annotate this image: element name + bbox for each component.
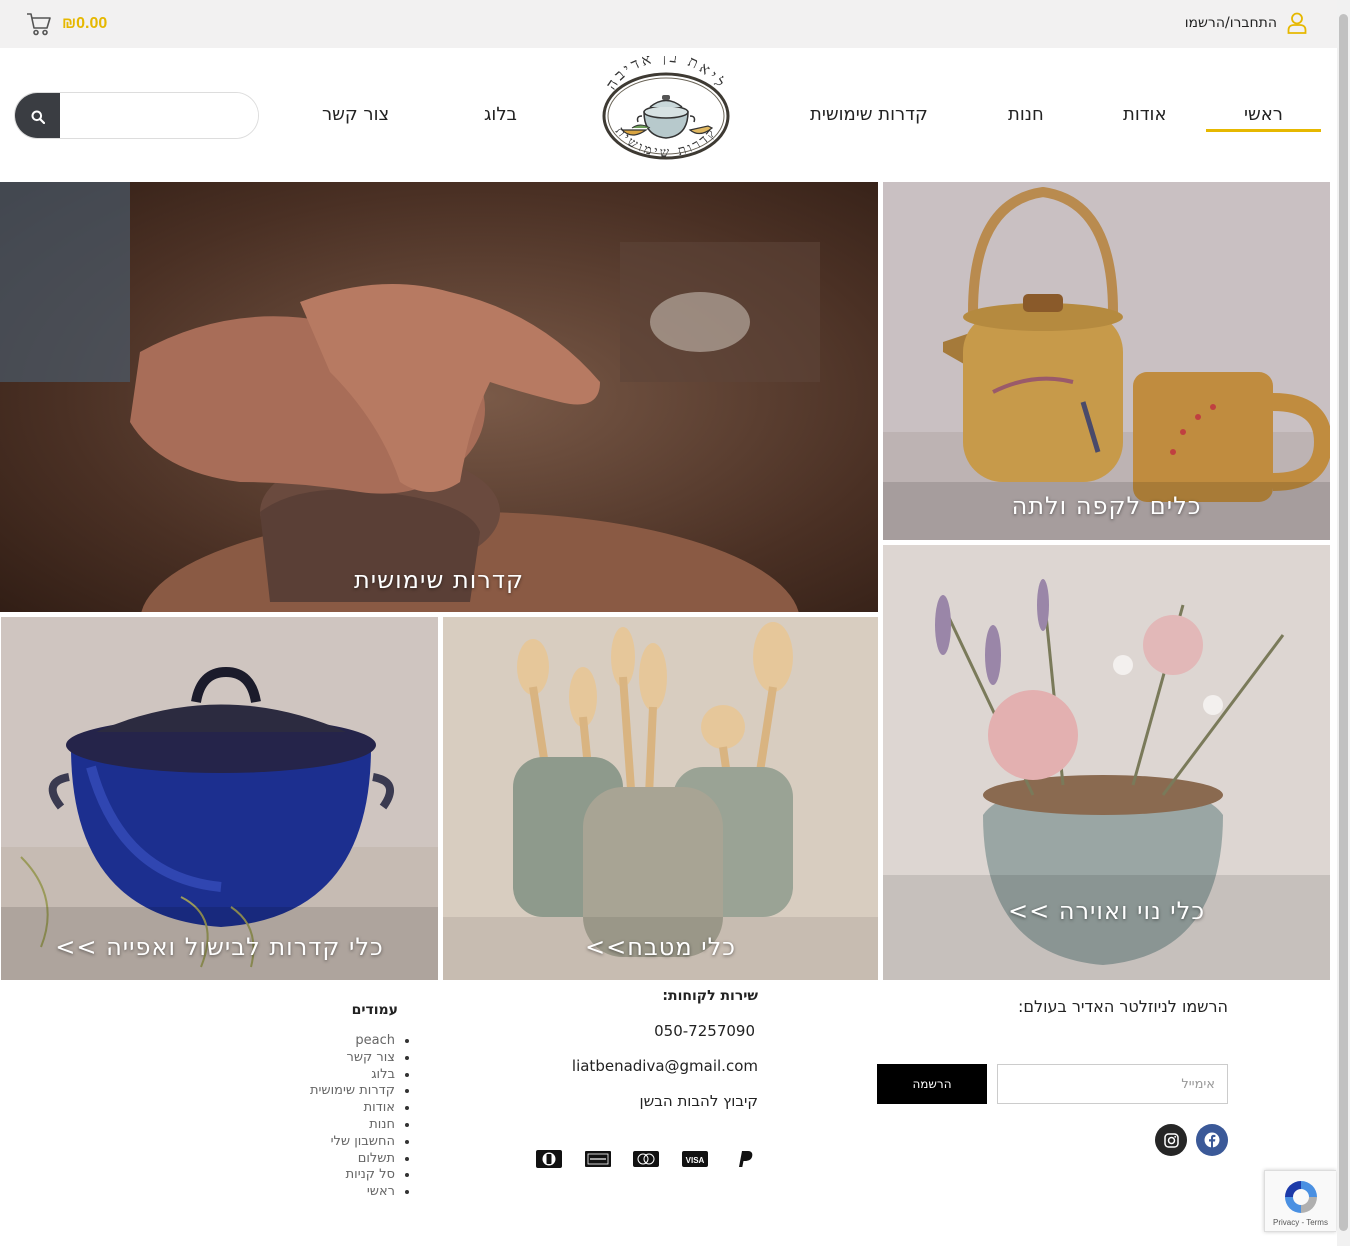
- tile-cooking[interactable]: כלי קדרות לבישול ואפייה >>: [1, 617, 438, 980]
- blue-pot-image: [1, 617, 438, 980]
- nav-shop[interactable]: חנות: [1008, 104, 1044, 125]
- page-link-blog[interactable]: בלוג: [310, 1067, 395, 1084]
- page-link-my-account[interactable]: החשבון שלי: [310, 1134, 395, 1151]
- search-icon: [31, 110, 45, 124]
- visa-icon: VISA: [682, 1151, 708, 1167]
- page-link-contact[interactable]: צור קשר: [310, 1050, 396, 1067]
- scrollbar[interactable]: [1337, 0, 1350, 1246]
- newsletter-title: הרשמו לניוזלטר האדיר בעולם:: [1018, 997, 1228, 1016]
- tile-pottery-label: קדרות שימושית: [354, 566, 524, 594]
- svg-text:VISA: VISA: [686, 1156, 705, 1165]
- tile-coffee-tea-label: כלים לקפה ולתה: [1011, 492, 1202, 520]
- cart-link[interactable]: ₪0.00: [26, 11, 107, 37]
- page-link-pottery[interactable]: קדרות שימושית: [310, 1083, 395, 1100]
- mastercard-icon: [633, 1151, 659, 1167]
- pages-title: עמודים: [351, 1002, 398, 1018]
- page-link-shop[interactable]: חנות: [310, 1117, 395, 1134]
- page-link-cart[interactable]: סל קניות: [310, 1167, 395, 1184]
- scroll-thumb[interactable]: [1339, 14, 1348, 1231]
- top-bar: ₪0.00 התחברו/הרשמו: [0, 0, 1337, 48]
- tile-coffee-tea[interactable]: כלים לקפה ולתה: [883, 182, 1330, 540]
- teapot-mug-image: [883, 182, 1330, 540]
- account-label: התחברו/הרשמו: [1184, 15, 1277, 31]
- page-link-about[interactable]: אודות: [310, 1100, 395, 1117]
- facebook-link[interactable]: [1196, 1124, 1228, 1156]
- amex-icon: [585, 1151, 611, 1167]
- page-link-peach[interactable]: peach: [310, 1033, 395, 1050]
- cart-total: ₪0.00: [62, 15, 108, 32]
- tile-cooking-label: כלי קדרות לבישול ואפייה >>: [55, 933, 384, 961]
- customer-service-title: שירות לקוחות:: [662, 988, 758, 1004]
- recaptcha-text[interactable]: Privacy - Terms: [1273, 1218, 1328, 1227]
- pottery-hands-image: [0, 182, 878, 612]
- tile-decor[interactable]: כלי נוי ואוירה >>: [883, 545, 1330, 980]
- nav-about[interactable]: אודות: [1123, 104, 1167, 125]
- page-link-checkout[interactable]: תשלום: [310, 1151, 395, 1168]
- instagram-icon: [1163, 1132, 1179, 1148]
- pages-list: peach צור קשר בלוג קדרות שימושית אודות ח…: [310, 1033, 395, 1201]
- tile-kitchen[interactable]: כלי מטבח>>: [443, 617, 878, 980]
- account-link[interactable]: התחברו/הרשמו: [1185, 12, 1307, 34]
- nav-contact[interactable]: צור קשר: [322, 104, 389, 125]
- tile-decor-label: כלי נוי ואוירה >>: [1007, 897, 1206, 925]
- cart-icon: [27, 13, 51, 36]
- page-link-home[interactable]: ראשי: [310, 1184, 395, 1201]
- logo[interactable]: ליאת בן אדיבה קדרות שימושית: [596, 56, 736, 172]
- tile-kitchen-label: כלי מטבח>>: [585, 933, 736, 961]
- user-icon: [1287, 12, 1307, 34]
- email-field[interactable]: אימייל: [997, 1064, 1228, 1104]
- diners-icon: [536, 1150, 562, 1168]
- nav-home[interactable]: ראשי: [1206, 104, 1321, 132]
- phone-number[interactable]: 050-7257090: [654, 1022, 755, 1040]
- kitchen-utensils-image: [443, 617, 878, 980]
- nav-blog[interactable]: בלוג: [484, 104, 517, 125]
- facebook-icon: [1204, 1132, 1220, 1148]
- address: קיבוץ להבות הבשן: [639, 1092, 758, 1110]
- tile-pottery[interactable]: קדרות שימושית: [0, 182, 878, 612]
- search-button[interactable]: [15, 93, 60, 138]
- search-form: [14, 92, 259, 139]
- site-header: צור קשר בלוג ליאת בן אדיבה קדרות שימושית…: [0, 48, 1337, 182]
- search-input[interactable]: [60, 93, 258, 138]
- subscribe-button[interactable]: הרשמה: [877, 1064, 987, 1104]
- recaptcha-icon: [1285, 1181, 1317, 1213]
- nav-pottery[interactable]: קדרות שימושית: [810, 104, 928, 125]
- paypal-icon: [739, 1151, 753, 1167]
- contact-email[interactable]: liatbenadiva@gmail.com: [572, 1057, 758, 1075]
- recaptcha-badge[interactable]: Privacy - Terms: [1264, 1170, 1336, 1232]
- instagram-link[interactable]: [1155, 1124, 1187, 1156]
